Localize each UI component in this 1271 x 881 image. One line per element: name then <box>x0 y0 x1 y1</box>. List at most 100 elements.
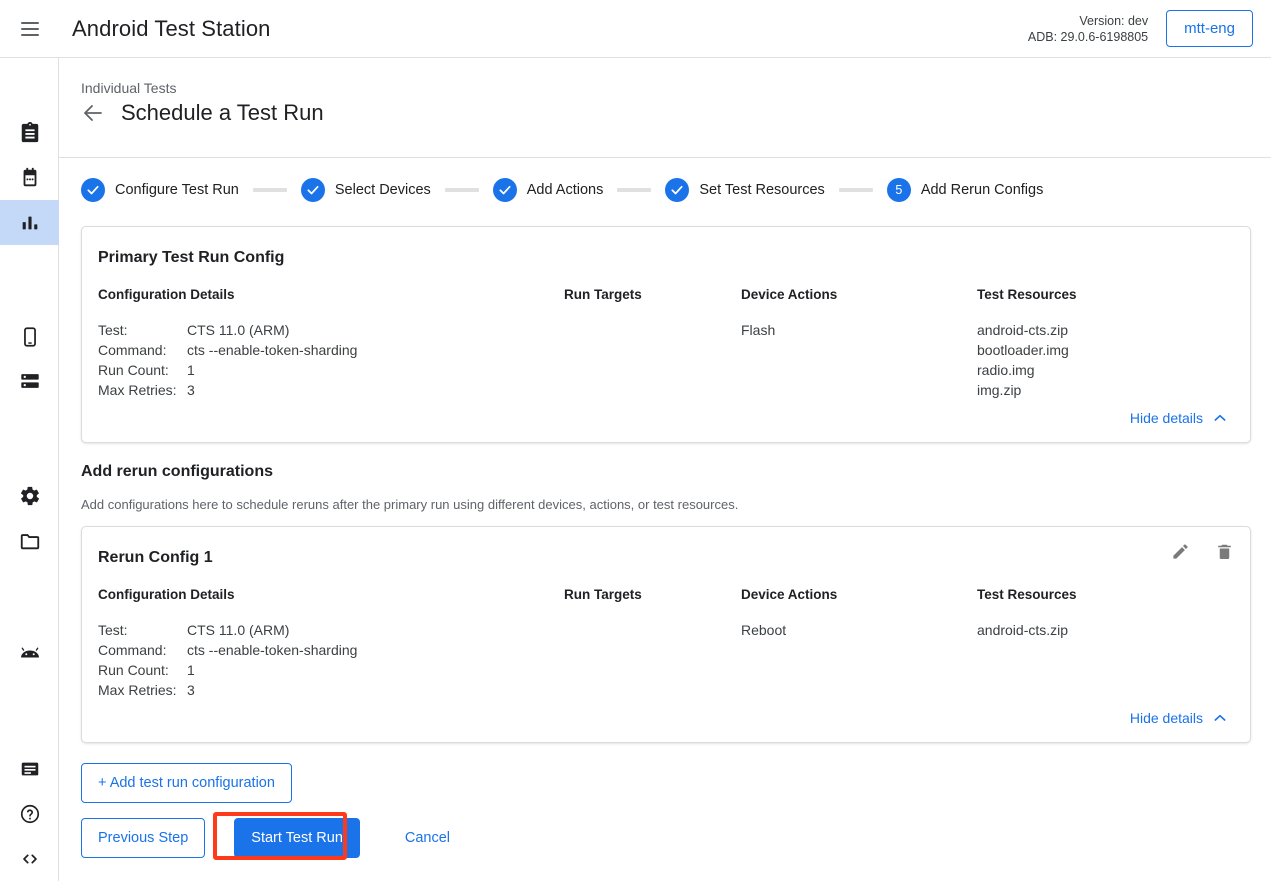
rerun-config-title: Rerun Config 1 <box>98 549 213 567</box>
column-header: Device Actions <box>741 287 971 302</box>
hamburger-menu-icon[interactable] <box>16 15 44 43</box>
test-resource-item: img.zip <box>977 380 1217 400</box>
rerun-config-actions <box>1166 537 1238 565</box>
column-header: Configuration Details <box>98 287 548 302</box>
column-run-targets: Run Targets <box>564 587 734 620</box>
sidebar-item-logs[interactable] <box>0 746 59 791</box>
detail-key: Max Retries: <box>98 680 187 700</box>
detail-row: Run Count:1 <box>98 360 548 380</box>
topbar-right-group: Version: dev ADB: 29.0.6-6198805 mtt-eng <box>1028 10 1271 47</box>
detail-key: Command: <box>98 340 187 360</box>
server-icon <box>19 370 41 392</box>
detail-value: 3 <box>187 380 195 400</box>
step-label: Set Test Resources <box>699 182 824 198</box>
detail-key: Run Count: <box>98 360 187 380</box>
sidebar-item-test-suites[interactable] <box>0 110 59 155</box>
step-add-actions[interactable]: Add Actions <box>493 178 604 202</box>
step-number: 5 <box>887 178 911 202</box>
sidebar-item-developer[interactable] <box>0 836 59 881</box>
step-label: Add Actions <box>527 182 604 198</box>
step-configure-test-run[interactable]: Configure Test Run <box>81 178 239 202</box>
detail-row: Max Retries:3 <box>98 680 548 700</box>
breadcrumb[interactable]: Individual Tests <box>81 80 176 96</box>
detail-value: cts --enable-token-sharding <box>187 340 357 360</box>
step-check-icon <box>81 178 105 202</box>
column-header: Test Resources <box>977 587 1217 602</box>
main-content: Individual Tests Schedule a Test Run Con… <box>59 58 1271 881</box>
sidebar-item-settings[interactable] <box>0 473 59 518</box>
sidebar-item-results[interactable] <box>0 200 59 245</box>
code-brackets-icon <box>19 848 41 870</box>
column-run-targets: Run Targets <box>564 287 734 320</box>
step-label: Select Devices <box>335 182 431 198</box>
gear-icon <box>19 485 41 507</box>
hide-details-label: Hide details <box>1130 710 1203 726</box>
step-add-rerun-configs[interactable]: 5 Add Rerun Configs <box>887 178 1044 202</box>
sidebar-item-file-browser[interactable] <box>0 518 59 563</box>
sidebar-item-help[interactable] <box>0 791 59 836</box>
version-line: Version: dev <box>1028 13 1148 29</box>
detail-value: CTS 11.0 (ARM) <box>187 320 289 340</box>
start-test-run-button[interactable]: Start Test Run <box>234 818 360 858</box>
bar-chart-icon <box>19 212 41 234</box>
test-resource-item: bootloader.img <box>977 340 1217 360</box>
step-connector <box>253 188 287 192</box>
step-select-devices[interactable]: Select Devices <box>301 178 431 202</box>
column-header: Configuration Details <box>98 587 548 602</box>
column-device-actions: Device Actions Reboot <box>741 587 971 640</box>
device-action-item: Flash <box>741 320 971 340</box>
sidebar-item-android[interactable] <box>0 631 59 676</box>
step-connector <box>617 188 651 192</box>
detail-row: Command:cts --enable-token-sharding <box>98 340 548 360</box>
add-test-run-configuration-button[interactable]: + Add test run configuration <box>81 763 292 803</box>
column-test-resources: Test Resources android-cts.zip bootloade… <box>977 287 1217 400</box>
step-connector <box>445 188 479 192</box>
column-header: Device Actions <box>741 587 971 602</box>
clipboard-icon <box>19 122 41 144</box>
app-title: Android Test Station <box>72 16 271 42</box>
column-configuration-details: Configuration Details Test:CTS 11.0 (ARM… <box>98 587 548 700</box>
column-test-resources: Test Resources android-cts.zip <box>977 587 1217 640</box>
back-arrow-icon[interactable] <box>81 101 105 125</box>
hide-details-label: Hide details <box>1130 410 1203 426</box>
version-info: Version: dev ADB: 29.0.6-6198805 <box>1028 13 1148 45</box>
test-resource-item: android-cts.zip <box>977 620 1217 640</box>
column-device-actions: Device Actions Flash <box>741 287 971 340</box>
cancel-button[interactable]: Cancel <box>388 818 467 858</box>
detail-row: Max Retries:3 <box>98 380 548 400</box>
chevron-up-icon <box>1212 710 1228 726</box>
step-set-test-resources[interactable]: Set Test Resources <box>665 178 824 202</box>
page-title: Schedule a Test Run <box>121 100 324 126</box>
pencil-icon[interactable] <box>1166 537 1194 565</box>
primary-config-columns: Configuration Details Test:CTS 11.0 (ARM… <box>98 287 1234 407</box>
sidebar-item-devices[interactable] <box>0 314 59 359</box>
footer-actions: Previous Step Start Test Run Cancel <box>81 818 467 858</box>
add-config-wrapper: + Add test run configuration <box>81 763 292 803</box>
primary-hide-details-toggle[interactable]: Hide details <box>1130 410 1228 426</box>
step-check-icon <box>665 178 689 202</box>
detail-key: Max Retries: <box>98 380 187 400</box>
test-resource-item: radio.img <box>977 360 1217 380</box>
previous-step-button[interactable]: Previous Step <box>81 818 205 858</box>
notes-icon <box>19 758 41 780</box>
phone-icon <box>19 326 41 348</box>
rerun-config-columns: Configuration Details Test:CTS 11.0 (ARM… <box>98 587 1234 707</box>
detail-row: Test:CTS 11.0 (ARM) <box>98 620 548 640</box>
folder-icon <box>19 530 41 552</box>
step-check-icon <box>493 178 517 202</box>
detail-value: 3 <box>187 680 195 700</box>
detail-value: 1 <box>187 660 195 680</box>
calendar-icon <box>19 167 41 189</box>
mtt-eng-button[interactable]: mtt-eng <box>1166 10 1253 47</box>
sidebar-item-test-runs[interactable] <box>0 155 59 200</box>
sidebar-item-hosts[interactable] <box>0 358 59 403</box>
step-connector <box>839 188 873 192</box>
trash-icon[interactable] <box>1210 537 1238 565</box>
android-icon <box>18 642 42 666</box>
detail-row: Run Count:1 <box>98 660 548 680</box>
detail-key: Test: <box>98 620 187 640</box>
rerun-config-card: Rerun Config 1 Configuration Details Tes… <box>81 526 1251 743</box>
detail-key: Test: <box>98 320 187 340</box>
rerun-hide-details-toggle[interactable]: Hide details <box>1130 710 1228 726</box>
detail-value: cts --enable-token-sharding <box>187 640 357 660</box>
